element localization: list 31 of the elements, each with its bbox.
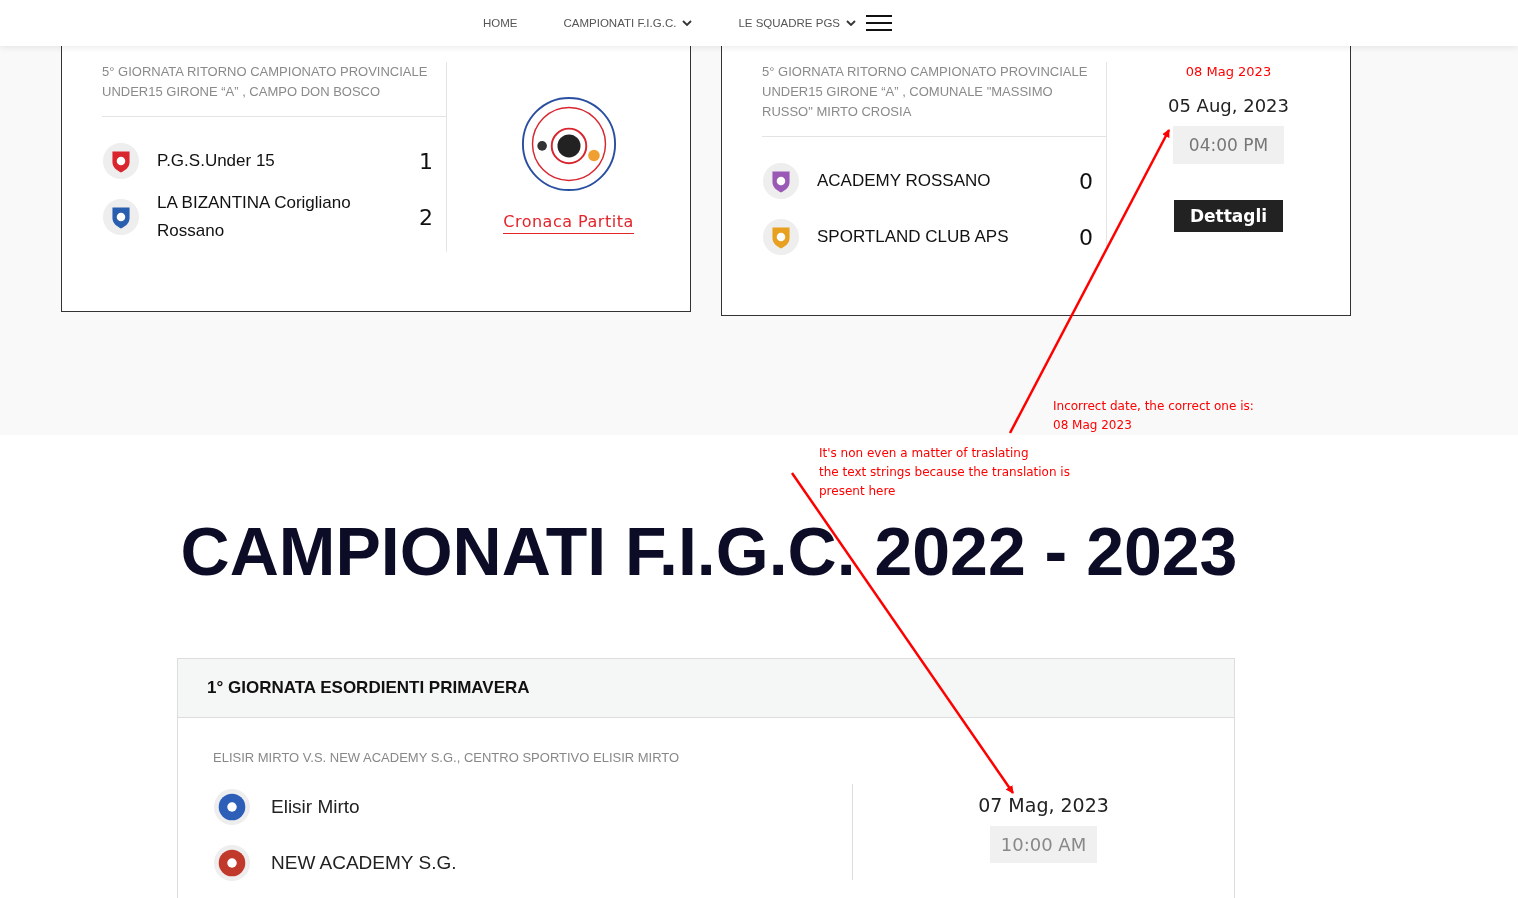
nav-link[interactable]: HOME bbox=[483, 17, 518, 29]
menu-icon[interactable] bbox=[866, 14, 892, 32]
club-crest-icon bbox=[520, 96, 617, 192]
annotation-text: It's non even a matter of traslating the text strings because the translation is present here bbox=[819, 445, 1070, 500]
match-date: 05 Aug, 2023 bbox=[1168, 95, 1289, 116]
match-title: 5° GIORNATA RITORNO CAMPIONATO PROVINCIALE UNDER15 GIRONE “A” , COMUNALE "MASSIMO RUSSO" MIRTO CROSIA bbox=[762, 62, 1106, 137]
team-score: 2 bbox=[418, 204, 434, 230]
match-report-link[interactable]: Cronaca Partita bbox=[503, 212, 634, 234]
nav-link[interactable]: CAMPIONATI F.I.G.C. bbox=[563, 17, 693, 29]
team-score: 0 bbox=[1078, 224, 1094, 250]
team-score: 0 bbox=[1078, 168, 1094, 194]
match-title: 5° GIORNATA RITORNO CAMPIONATO PROVINCIALE UNDER15 GIRONE “A” , CAMPO DON BOSCO bbox=[102, 62, 446, 117]
team-name: NEW ACADEMY S.G. bbox=[271, 852, 457, 874]
team-name: P.G.S.Under 15 bbox=[157, 150, 276, 172]
team-score: 1 bbox=[418, 148, 434, 174]
annotation-text: Incorrect date, the correct one is: 08 Mag 2023 bbox=[1053, 398, 1254, 434]
annotation-note: 08 Mag 2023 bbox=[1185, 64, 1272, 79]
match-time: 04:00 PM bbox=[1172, 126, 1285, 164]
match-title: ELISIR MIRTO V.S. NEW ACADEMY S.G., CENTRO SPORTIVO ELISIR MIRTO bbox=[213, 750, 681, 765]
team-name: SPORTLAND CLUB APS bbox=[817, 226, 1010, 248]
chevron-down-icon bbox=[846, 20, 856, 26]
nav-link[interactable]: LE SQUADRE PGS bbox=[738, 17, 856, 29]
team-name: Elisir Mirto bbox=[271, 796, 360, 818]
chevron-down-icon bbox=[682, 20, 693, 26]
team-name: LA BIZANTINA Corigliano Rossano bbox=[157, 192, 352, 242]
match-date: 07 Mag, 2023 bbox=[978, 794, 1109, 816]
match-time: 10:00 AM bbox=[989, 826, 1098, 863]
details-button[interactable]: Dettagli bbox=[1173, 200, 1284, 232]
round-title: 1° GIORNATA ESORDIENTI PRIMAVERA bbox=[207, 678, 530, 698]
page-heading: CAMPIONATI F.I.G.C. 2022 - 2023 bbox=[179, 513, 1239, 589]
team-name: ACADEMY ROSSANO bbox=[817, 170, 992, 192]
